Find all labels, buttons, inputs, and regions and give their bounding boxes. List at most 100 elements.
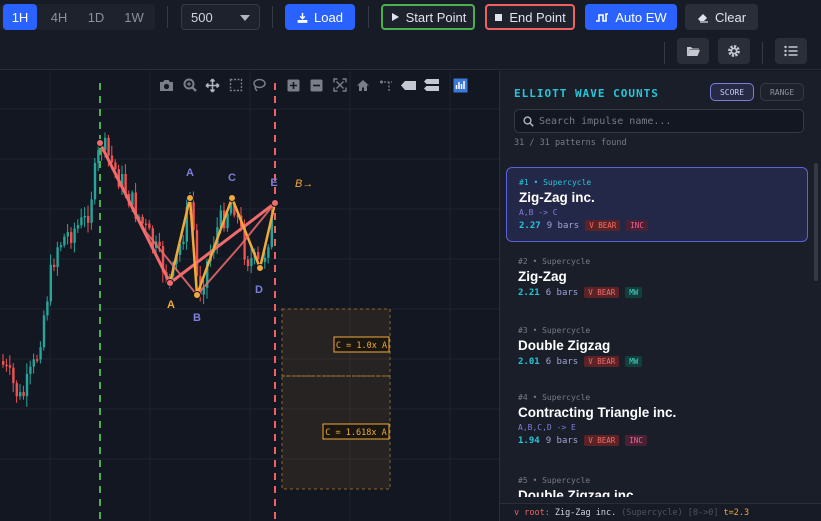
pattern-card[interactable]: #3 • Supercycle Double Zigzag 2.01 6 bar… [506, 316, 808, 378]
tree-root-label[interactable]: v root: [514, 508, 550, 518]
candle-body [267, 247, 270, 258]
candle-body [83, 215, 86, 218]
direction-badge: V BEAR [584, 287, 620, 298]
start-point-label: Start Point [405, 9, 467, 25]
pivot-point [271, 199, 279, 207]
gear-icon [728, 45, 740, 57]
lasso-icon[interactable] [247, 76, 270, 94]
candle-body [25, 373, 29, 397]
candle-body [70, 232, 73, 243]
candle-body [110, 155, 114, 163]
start-point-button[interactable]: Start Point [381, 4, 475, 30]
timeframe-1w-button[interactable]: 1W [117, 4, 151, 30]
pattern-card[interactable]: #4 • Supercycle Contracting Triangle inc… [506, 383, 808, 458]
candle-body [15, 383, 18, 397]
tree-root-time: t=2.3 [723, 507, 750, 518]
pattern-list-scrollbar[interactable] [814, 163, 818, 281]
pattern-score: 2.27 [519, 220, 541, 231]
status-badge: MW [625, 287, 643, 298]
direction-badge: V BEAR [585, 220, 621, 231]
clear-button[interactable]: Clear [685, 4, 758, 30]
settings-button[interactable] [718, 38, 750, 64]
pattern-score: 2.01 [518, 356, 540, 367]
toolbar-divider [762, 42, 763, 64]
pattern-bars: 6 bars [545, 287, 579, 298]
panel-toggle-button[interactable] [775, 38, 807, 64]
candle-body [2, 361, 5, 365]
pivot-point [186, 194, 194, 202]
candle-body [250, 258, 253, 267]
home-icon[interactable] [351, 76, 374, 94]
status-badge: INC [625, 435, 647, 446]
folder-open-icon [686, 47, 700, 56]
projection-label: B→ [295, 178, 313, 190]
end-point-button[interactable]: End Point [485, 4, 575, 30]
pattern-bars: 9 bars [546, 220, 580, 231]
pattern-structure: A,B -> C [519, 208, 558, 217]
spike-lines-icon[interactable] [374, 76, 397, 94]
pattern-name: Zig-Zag [518, 269, 567, 284]
candle-body [63, 236, 66, 246]
closest-hover-icon[interactable] [397, 76, 420, 94]
auto-ew-button[interactable]: Auto EW [585, 4, 677, 30]
eraser-icon [697, 13, 708, 23]
price-chart[interactable]: C = 1.0x A C = 1.618x A A C E A B D B→ [0, 71, 499, 521]
panel-title: ELLIOTT WAVE COUNTS [514, 87, 659, 100]
candle-body [76, 225, 80, 229]
bar-chart-icon[interactable] [449, 76, 472, 94]
toolbar-divider [272, 6, 273, 28]
pattern-stats: 1.94 9 bars V BEAR INC [518, 435, 796, 446]
compare-hover-icon[interactable] [420, 76, 443, 94]
download-icon [297, 12, 308, 23]
candle-body [90, 199, 93, 223]
toolbar-divider [368, 6, 369, 28]
chart-canvas[interactable]: C = 1.0x A C = 1.618x A A C E A B D B→ [0, 71, 499, 521]
candle-body [144, 223, 148, 225]
timeframe-1h-button[interactable]: 1H [3, 4, 37, 30]
wave-label-a-bottom: A [167, 299, 175, 311]
chart-modebar [155, 75, 472, 95]
pattern-score: 2.21 [518, 287, 540, 298]
sort-score-button[interactable]: SCORE [710, 83, 754, 101]
list-icon [784, 45, 798, 57]
fib-label-text: C = 1.0x A [336, 341, 387, 351]
tree-root-status: v root: Zig-Zag inc. (Supercycle) [0->0]… [500, 503, 821, 521]
candle-body [12, 367, 15, 384]
search-icon [523, 116, 534, 127]
pan-icon[interactable] [201, 76, 224, 94]
status-badge: MW [625, 356, 643, 367]
autoscale-icon[interactable] [328, 76, 351, 94]
zoom-in-icon[interactable] [282, 76, 305, 94]
pattern-name: Zig-Zag inc. [519, 190, 595, 205]
candle-body [93, 162, 97, 200]
candle-body [53, 264, 56, 267]
pattern-card[interactable]: #1 • Supercycle Zig-Zag inc. A,B -> C 2.… [506, 167, 808, 242]
candle-body [66, 232, 69, 237]
pattern-meta: #5 • Supercycle [518, 476, 591, 485]
grid-lines [0, 71, 499, 521]
clear-label: Clear [714, 9, 747, 25]
load-button[interactable]: Load [285, 4, 355, 30]
sort-range-button[interactable]: RANGE [760, 83, 804, 101]
camera-icon[interactable] [155, 76, 178, 94]
toolbar-divider [664, 42, 665, 64]
zoom-out-icon[interactable] [305, 76, 328, 94]
elliott-wave-panel: ELLIOTT WAVE COUNTS SCORE RANGE 31 / 31 … [499, 71, 821, 521]
candle-body [114, 162, 117, 170]
pattern-list: #1 • Supercycle Zig-Zag inc. A,B -> C 2.… [506, 167, 810, 497]
open-file-button[interactable] [677, 38, 709, 64]
zoom-icon[interactable] [178, 76, 201, 94]
fib-label-text: C = 1.618x A [325, 428, 386, 438]
pattern-name: Contracting Triangle inc. [518, 405, 677, 420]
timeframe-1d-button[interactable]: 1D [79, 4, 113, 30]
candle-body [148, 223, 151, 229]
timeframe-4h-button[interactable]: 4H [42, 4, 76, 30]
bars-count-select[interactable]: 500 [181, 4, 260, 30]
pattern-card[interactable]: #2 • Supercycle Zig-Zag 2.21 6 bars V BE… [506, 247, 808, 309]
pattern-card[interactable]: #5 • Supercycle Double Zigzag inc. [506, 466, 808, 497]
pattern-search-input[interactable] [539, 110, 799, 132]
candle-body [56, 247, 59, 267]
box-select-icon[interactable] [224, 76, 247, 94]
pattern-bars: 6 bars [545, 356, 579, 367]
candle-body [29, 366, 32, 374]
